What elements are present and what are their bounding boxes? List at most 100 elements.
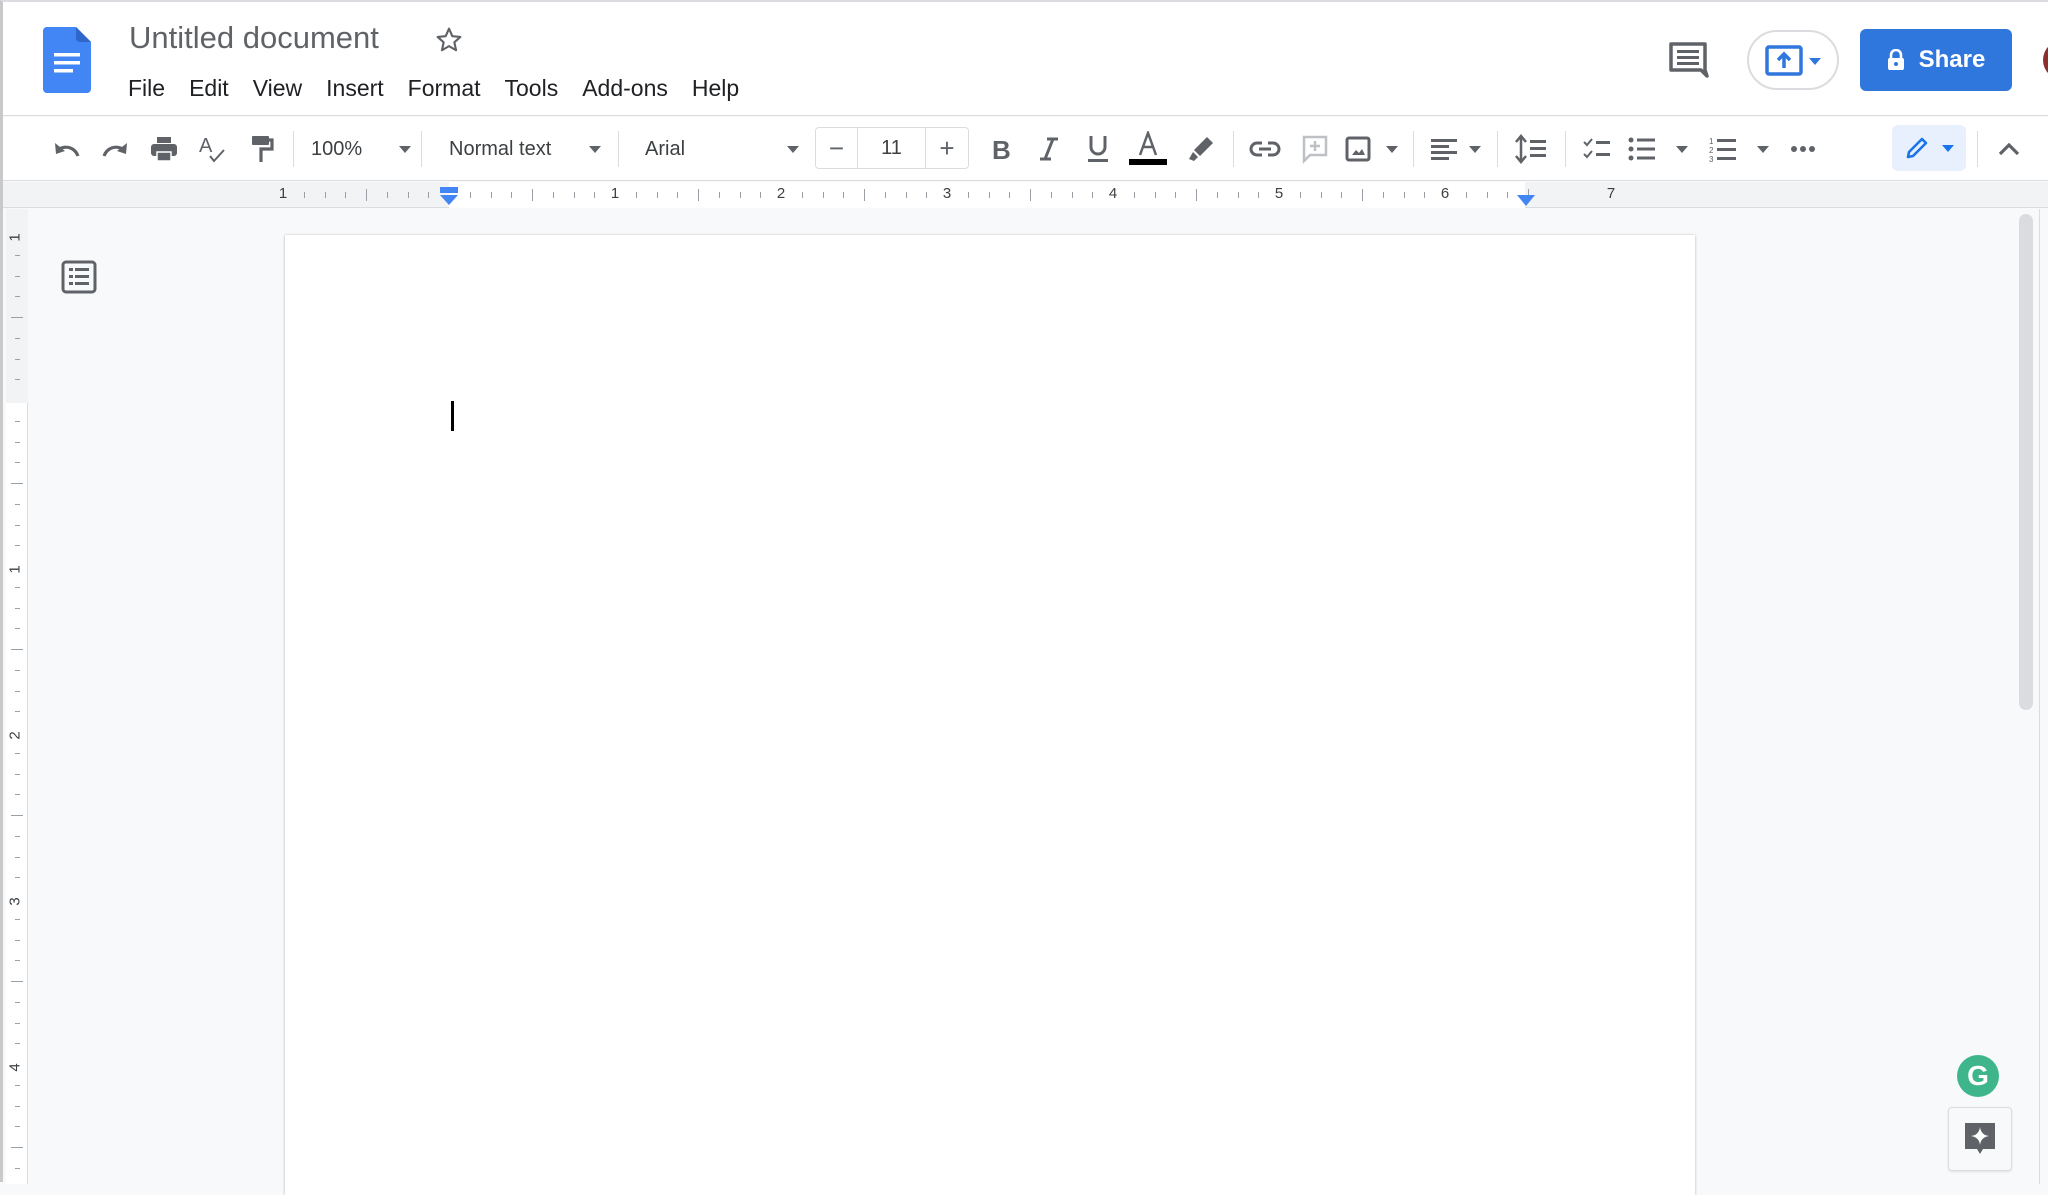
- paragraph-style-value: Normal text: [449, 137, 552, 160]
- add-comment-button[interactable]: [1297, 129, 1333, 169]
- document-title[interactable]: Untitled document: [129, 20, 379, 56]
- ruler-label: 2: [6, 731, 24, 740]
- ruler-tick: [1403, 192, 1405, 198]
- spellcheck-button[interactable]: A: [194, 129, 230, 169]
- scrollbar-thumb[interactable]: [2019, 214, 2033, 710]
- insert-image-button[interactable]: [1344, 129, 1398, 169]
- zoom-select[interactable]: 100%: [311, 129, 411, 169]
- ruler-tick: [1050, 192, 1052, 198]
- ruler-tick: [15, 1022, 20, 1024]
- paragraph-style-select[interactable]: Normal text: [449, 129, 601, 169]
- ruler-tick: [1299, 192, 1301, 198]
- ruler-tick: [926, 192, 928, 198]
- document-outline-button[interactable]: [61, 260, 97, 294]
- align-button[interactable]: [1431, 129, 1481, 169]
- ruler-label: 1: [6, 233, 24, 242]
- comment-history-button[interactable]: [1667, 40, 1711, 80]
- star-icon[interactable]: [433, 24, 465, 56]
- font-size-input[interactable]: 11: [858, 128, 926, 168]
- italic-button[interactable]: [1031, 129, 1067, 169]
- ruler-label: 2: [776, 185, 786, 202]
- menu-tools[interactable]: Tools: [493, 72, 571, 104]
- ruler-tick: [11, 981, 23, 982]
- menu-add-ons[interactable]: Add-ons: [570, 72, 680, 104]
- highlight-icon: [1189, 137, 1213, 161]
- ruler-tick: [407, 192, 409, 198]
- ruler-tick: [843, 192, 845, 198]
- menu-file[interactable]: File: [116, 72, 177, 104]
- font-family-select[interactable]: Arial: [645, 129, 799, 169]
- checklist-button[interactable]: [1579, 129, 1615, 169]
- menu-insert[interactable]: Insert: [314, 72, 396, 104]
- ruler-tick: [1092, 192, 1094, 198]
- chevron-down-icon: [1676, 145, 1688, 153]
- ruler-tick: [15, 1084, 20, 1086]
- ruler-tick: [698, 189, 699, 201]
- menu-edit[interactable]: Edit: [177, 72, 241, 104]
- present-button[interactable]: [1747, 30, 1839, 90]
- underline-button[interactable]: [1080, 129, 1116, 169]
- ruler-tick: [15, 275, 20, 277]
- redo-button[interactable]: [97, 129, 133, 169]
- ruler-tick: [967, 192, 969, 198]
- highlight-button[interactable]: [1183, 129, 1219, 169]
- ruler-tick: [15, 296, 20, 298]
- line-spacing-button[interactable]: [1513, 129, 1549, 169]
- explore-button[interactable]: [1948, 1107, 2012, 1171]
- toolbar-divider: [618, 131, 619, 167]
- ruler-tick: [15, 773, 20, 775]
- explore-sparkle-icon: [1965, 1123, 1995, 1154]
- ruler-tick: [1465, 192, 1467, 198]
- spellcheck-icon: A: [199, 135, 225, 163]
- ruler-tick: [15, 752, 20, 754]
- account-avatar[interactable]: [2043, 40, 2048, 80]
- menu-view[interactable]: View: [241, 72, 314, 104]
- text-cursor: [451, 401, 454, 431]
- left-indent-marker-icon[interactable]: [439, 187, 459, 207]
- menu-help[interactable]: Help: [680, 72, 751, 104]
- print-button[interactable]: [146, 129, 182, 169]
- ruler-tick: [1507, 192, 1509, 198]
- ruler-tick: [15, 628, 20, 630]
- insert-link-button[interactable]: [1247, 129, 1283, 169]
- paint-format-icon: [252, 136, 274, 162]
- share-button[interactable]: Share: [1860, 29, 2012, 91]
- ruler-tick: [15, 462, 20, 464]
- ruler-tick: [15, 1105, 20, 1107]
- ruler-tick: [15, 939, 20, 941]
- paint-format-button[interactable]: [244, 129, 280, 169]
- ruler-tick: [15, 877, 20, 879]
- bulleted-list-button[interactable]: [1628, 129, 1688, 169]
- ruler-tick: [15, 420, 20, 422]
- ruler-tick: [15, 1001, 20, 1003]
- ruler-tick: [386, 192, 388, 198]
- numbered-list-button[interactable]: 123: [1709, 129, 1769, 169]
- undo-button[interactable]: [49, 129, 85, 169]
- horizontal-ruler[interactable]: 1 1 2 3 4 5 6 7: [3, 182, 2048, 208]
- menu-format[interactable]: Format: [396, 72, 493, 104]
- ruler-tick: [15, 794, 20, 796]
- pencil-icon: [1906, 137, 1928, 159]
- bold-button[interactable]: B: [983, 129, 1019, 169]
- decrease-font-size-button[interactable]: −: [816, 128, 858, 168]
- vertical-ruler[interactable]: 1 1 2 3 4: [6, 209, 28, 1184]
- more-button[interactable]: [1785, 129, 1821, 169]
- ruler-tick: [15, 524, 20, 526]
- bold-icon: B: [992, 136, 1011, 162]
- increase-font-size-button[interactable]: +: [926, 128, 968, 168]
- ruler-tick: [490, 192, 492, 198]
- ruler-tick: [15, 1167, 20, 1169]
- ruler-tick: [366, 189, 367, 201]
- editing-mode-button[interactable]: [1892, 125, 1966, 171]
- document-page[interactable]: [285, 235, 1695, 1195]
- ruler-tick: [15, 337, 20, 339]
- collapse-menus-button[interactable]: [1991, 129, 2027, 169]
- chevron-down-icon: [1469, 145, 1481, 153]
- grammarly-button[interactable]: G: [1957, 1055, 1999, 1097]
- docs-logo-icon[interactable]: [43, 27, 91, 93]
- text-color-button[interactable]: [1128, 129, 1168, 169]
- right-indent-marker-icon[interactable]: [1516, 193, 1536, 207]
- undo-icon: [55, 143, 80, 157]
- ruler-tick: [11, 815, 23, 816]
- ruler-tick: [864, 189, 865, 201]
